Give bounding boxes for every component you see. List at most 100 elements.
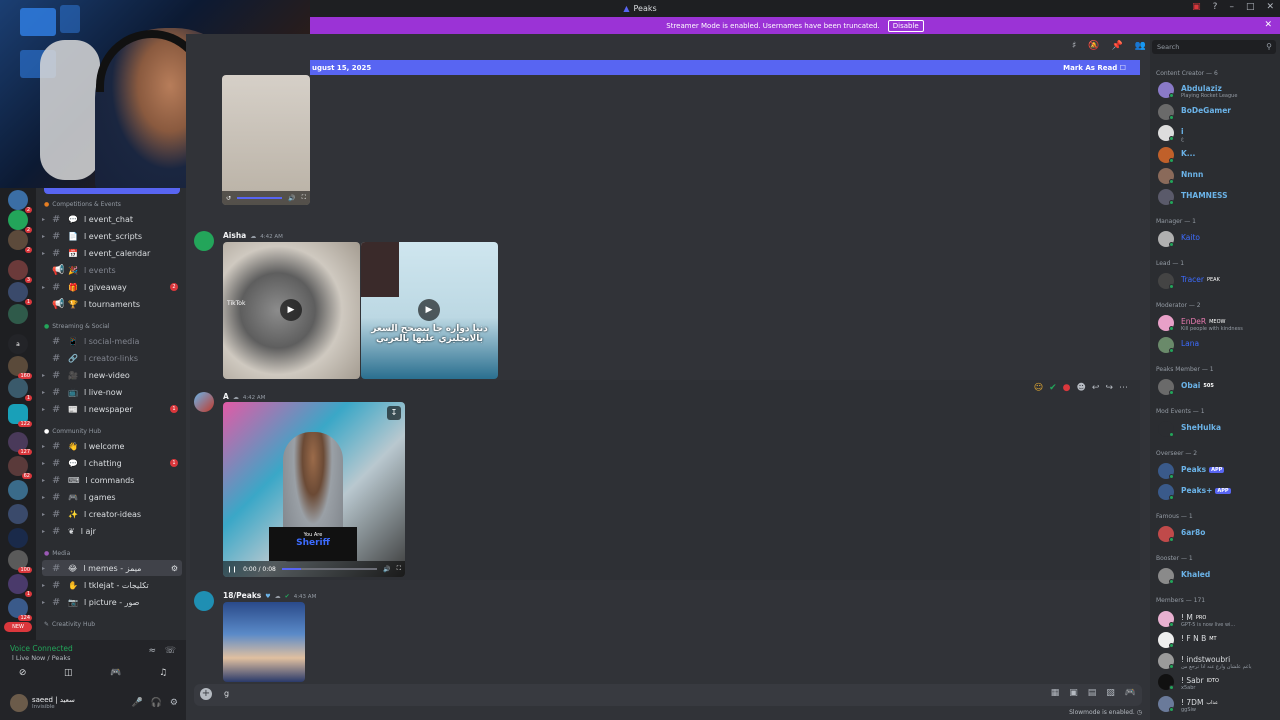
add-reaction-icon[interactable]: ☻: [1077, 383, 1086, 393]
member-item[interactable]: ! Sabr IDTO x5abr: [1158, 673, 1278, 691]
channel-social-media[interactable]: # 📱 l social-media: [42, 333, 182, 349]
member-item[interactable]: Kaito: [1158, 230, 1278, 248]
channel-events[interactable]: 📢 🎉 l events: [42, 262, 182, 278]
volume-icon[interactable]: 🔊: [383, 566, 390, 573]
server-icon[interactable]: [8, 528, 28, 548]
headphones-icon[interactable]: 🎧: [151, 698, 162, 708]
server-letter[interactable]: a: [8, 334, 28, 354]
avatar[interactable]: [194, 392, 214, 412]
server-icon[interactable]: [8, 480, 28, 500]
avatar[interactable]: [194, 591, 214, 611]
red-reaction-icon[interactable]: ●: [1063, 383, 1071, 393]
server-icon[interactable]: 62: [8, 456, 32, 479]
category-creativity[interactable]: ✎ Creativity Hub: [44, 621, 95, 628]
member-item[interactable]: ! 7DM عذاب ggSiw: [1158, 695, 1278, 713]
channel-memes[interactable]: ▸ # 😂 l memes - ميمز ⚙: [42, 560, 182, 576]
volume-icon[interactable]: 🔊: [288, 195, 295, 202]
channel-picture[interactable]: ▸ # 📷 l picture - صور: [42, 594, 182, 610]
member-item[interactable]: Peaks+ APP: [1158, 483, 1278, 501]
replay-icon[interactable]: ↺: [226, 195, 231, 202]
channel-tklejat[interactable]: ▸ # ✋ l tklejat - تكليجات: [42, 577, 182, 593]
forward-icon[interactable]: ↪: [1105, 383, 1113, 393]
more-icon[interactable]: ⋯: [1119, 383, 1128, 393]
category-community[interactable]: ● Community Hub: [44, 428, 101, 435]
channel-event-calendar[interactable]: ▸ # 📅 l event_calendar: [42, 245, 182, 261]
progress-bar[interactable]: [237, 197, 283, 199]
channel-newspaper[interactable]: ▸ # 📰 l newspaper 1: [42, 401, 182, 417]
member-item[interactable]: iع: [1158, 124, 1278, 142]
progress-bar[interactable]: [281, 568, 378, 570]
member-item[interactable]: Tracer PEAK: [1158, 272, 1278, 290]
server-icon[interactable]: 160: [8, 356, 32, 379]
gif-icon[interactable]: ▣: [1069, 688, 1078, 698]
sticker-icon[interactable]: ▧: [1106, 688, 1115, 698]
inbox-icon[interactable]: ▣: [1192, 2, 1201, 12]
channel-creator-ideas[interactable]: ▸ # ✨ l creator-ideas: [42, 506, 182, 522]
voice-channel[interactable]: l Live Now / Peaks: [12, 654, 71, 662]
new-messages-bar[interactable]: ugust 15, 2025 Mark As Read ☐: [310, 60, 1140, 75]
activity-icon[interactable]: 🎮: [110, 668, 121, 678]
member-item[interactable]: ! indstwoubri ياغم علشان وارغ عنه اذا ترج…: [1158, 652, 1278, 670]
previous-video[interactable]: ↺ 🔊 ⛶: [222, 75, 310, 205]
member-item[interactable]: 6ar8o: [1158, 525, 1278, 543]
avatar[interactable]: [10, 694, 28, 712]
channel-live-now[interactable]: ▸ # 📺 l live-now: [42, 384, 182, 400]
username[interactable]: saeed | سعيد: [32, 696, 75, 704]
search-input[interactable]: Search ⚲: [1152, 40, 1276, 54]
member-item[interactable]: SheHulka: [1158, 420, 1278, 438]
noise-suppression-icon[interactable]: ≈: [148, 646, 156, 656]
channel-chatting[interactable]: ▸ # 💬 l chatting 1: [42, 455, 182, 471]
channel-creator-links[interactable]: # 🔗 l creator-links: [42, 350, 182, 366]
play-icon[interactable]: ▶: [418, 299, 440, 321]
soundboard-icon[interactable]: ♫: [159, 668, 167, 678]
help-icon[interactable]: ?: [1213, 2, 1218, 12]
microphone-icon[interactable]: 🎤: [131, 698, 142, 708]
member-item[interactable]: Nnnn: [1158, 167, 1278, 185]
server-icon[interactable]: 100: [8, 550, 32, 573]
add-attachment-button[interactable]: +: [200, 688, 212, 700]
image-attachment[interactable]: [223, 602, 305, 682]
notification-bell-icon[interactable]: 🔕: [1088, 41, 1099, 51]
pause-icon[interactable]: ❙❙: [227, 566, 237, 573]
channel-giveaway[interactable]: ▸ # 🎁 l giveaway 2: [42, 279, 182, 295]
member-item[interactable]: THAMNESS: [1158, 188, 1278, 206]
member-list-icon[interactable]: 👥: [1135, 41, 1146, 51]
member-item[interactable]: ! M PRO GPT-5 is now live wi...: [1158, 610, 1278, 628]
fullscreen-icon[interactable]: ⛶: [302, 194, 306, 202]
download-icon[interactable]: ↧: [387, 406, 401, 420]
server-icon[interactable]: 1: [8, 378, 32, 401]
screen-share-icon[interactable]: ◫: [64, 668, 73, 678]
author-name[interactable]: Aisha: [223, 231, 246, 240]
close-window-button[interactable]: ✕: [1266, 2, 1274, 12]
member-item[interactable]: EnDeR MEOW Kill people with kindness: [1158, 314, 1278, 332]
channel-event-chat[interactable]: ▸ # 💬 l event_chat: [42, 211, 182, 227]
member-item[interactable]: Peaks APP: [1158, 462, 1278, 480]
channel-new-video[interactable]: ▸ # 🎥 l new-video: [42, 367, 182, 383]
app-launcher-icon[interactable]: ▦: [1051, 688, 1060, 698]
member-item[interactable]: K...: [1158, 146, 1278, 164]
author-name[interactable]: A: [223, 392, 229, 401]
channel-tournaments[interactable]: 📢 🏆 l tournaments: [42, 296, 182, 312]
server-icon[interactable]: [8, 304, 28, 324]
language-video[interactable]: ▶ دنيا دواره جا بيصحح السعر بالانجليزي ع…: [361, 242, 498, 379]
server-icon[interactable]: 2: [8, 190, 32, 213]
server-icon[interactable]: 124: [8, 598, 32, 621]
video-player[interactable]: You Are Sheriff ↧ ❙❙ 0:00 / 0:08 🔊 ⛶: [223, 402, 405, 577]
disconnect-icon[interactable]: ☏: [165, 646, 176, 656]
channel-commands[interactable]: ▸ # ⌨ l commands: [42, 472, 182, 488]
server-icon[interactable]: 1: [8, 574, 32, 597]
server-icon[interactable]: 122: [8, 404, 32, 427]
member-item[interactable]: Khaled: [1158, 567, 1278, 585]
author-name[interactable]: 18/Peaks: [223, 591, 261, 600]
emoji-icon[interactable]: 🎮: [1125, 688, 1136, 698]
maximize-button[interactable]: □: [1246, 2, 1255, 12]
channel-games[interactable]: ▸ # 🎮 l games: [42, 489, 182, 505]
server-icon[interactable]: 1: [8, 282, 32, 305]
voice-status[interactable]: Voice Connected: [10, 644, 73, 653]
gift-icon[interactable]: ▤: [1088, 688, 1097, 698]
gear-icon[interactable]: ⚙: [170, 698, 178, 708]
member-item[interactable]: Lana: [1158, 336, 1278, 354]
message-input[interactable]: g: [224, 689, 229, 698]
mark-as-read-button[interactable]: Mark As Read ☐: [1063, 64, 1126, 72]
threads-icon[interactable]: ♯: [1072, 41, 1076, 51]
